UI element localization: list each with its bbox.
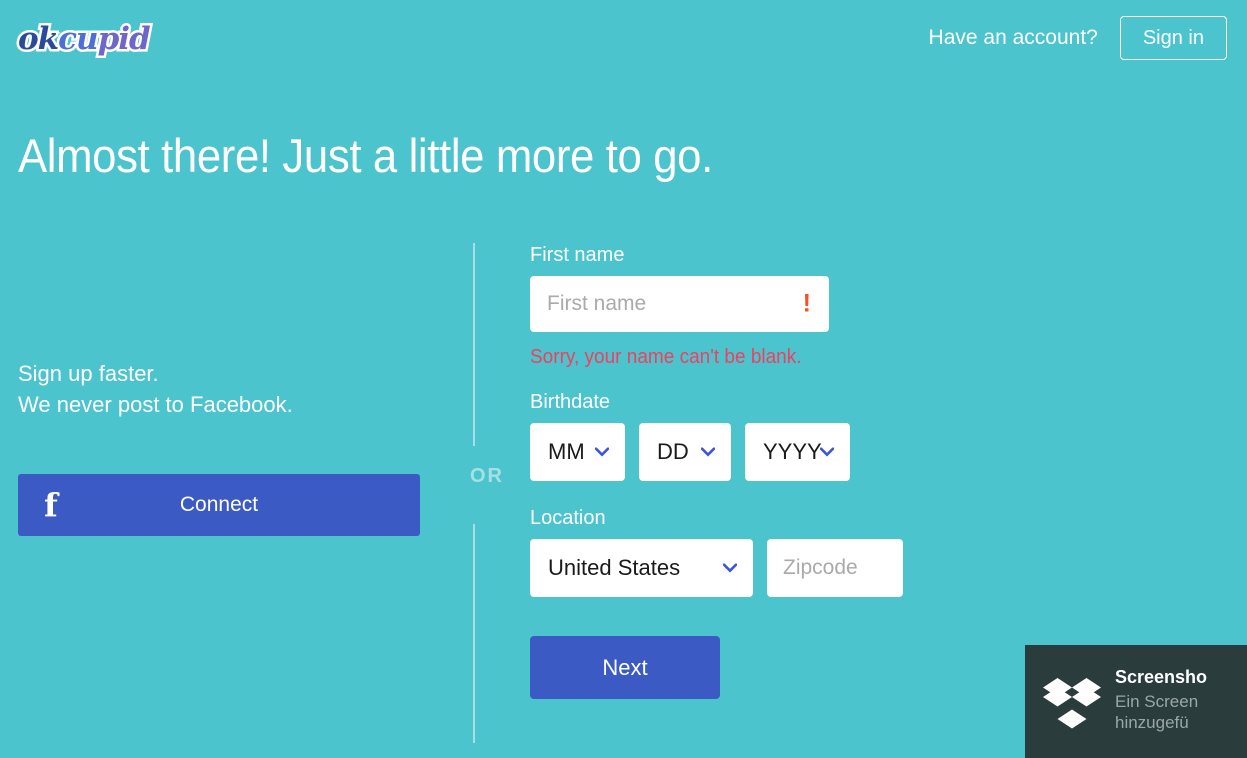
chevron-down-icon xyxy=(820,447,834,457)
okcupid-logo[interactable]: okcupid xyxy=(15,20,153,57)
birthdate-year-value: YYYY xyxy=(763,439,822,464)
location-row: United States xyxy=(530,539,950,597)
location-group: Location United States xyxy=(530,507,950,597)
chevron-down-icon xyxy=(595,447,609,457)
toast-body-line-2: hinzugefü xyxy=(1115,712,1189,732)
page-header: okcupid Have an account? Sign in xyxy=(0,0,1247,76)
location-label: Location xyxy=(530,507,606,529)
or-divider: OR xyxy=(466,243,508,743)
facebook-pitch: Sign up faster. We never post to Faceboo… xyxy=(18,358,420,420)
toast-body-line-1: Ein Screen xyxy=(1115,691,1199,711)
page-title: Almost there! Just a little more to go. xyxy=(18,129,713,182)
have-account-text: Have an account? xyxy=(928,26,1098,49)
first-name-input[interactable] xyxy=(530,276,829,332)
birthdate-day-value: DD xyxy=(657,439,689,464)
birthdate-label: Birthdate xyxy=(530,391,611,413)
header-actions: Have an account? Sign in xyxy=(929,16,1227,60)
logo-part-cu: cu xyxy=(56,20,101,57)
exclamation-icon: ! xyxy=(802,289,811,318)
divider-or-label: OR xyxy=(470,465,504,487)
birthdate-month-select[interactable]: MM xyxy=(530,423,625,481)
toast-title: Screensho xyxy=(1115,666,1208,687)
birthdate-row: MM DD YYYY xyxy=(530,423,950,481)
sign-in-button[interactable]: Sign in xyxy=(1119,16,1227,60)
chevron-down-icon xyxy=(723,563,737,573)
next-button[interactable]: Next xyxy=(530,636,720,699)
facebook-pitch-line-2: We never post to Facebook. xyxy=(18,392,293,417)
facebook-f-icon: f xyxy=(44,486,58,524)
chevron-down-icon xyxy=(701,447,715,457)
logo-part-ok: ok xyxy=(15,20,61,57)
facebook-connect-label: Connect xyxy=(179,493,259,516)
divider-line-bottom xyxy=(473,524,475,743)
birthdate-day-select[interactable]: DD xyxy=(639,423,731,481)
dropbox-notification-toast[interactable]: Screensho Ein Screen hinzugefü xyxy=(1025,645,1247,758)
signup-form: First name ! Sorry, your name can't be b… xyxy=(530,244,950,699)
first-name-input-wrap: ! xyxy=(530,276,829,332)
facebook-connect-button[interactable]: f Connect xyxy=(18,474,420,536)
country-value: United States xyxy=(548,555,681,580)
zipcode-input[interactable] xyxy=(767,539,903,597)
first-name-group: First name ! Sorry, your name can't be b… xyxy=(530,244,950,369)
first-name-error-message: Sorry, your name can't be blank. xyxy=(530,346,802,368)
country-select[interactable]: United States xyxy=(530,539,753,597)
facebook-signup-panel: Sign up faster. We never post to Faceboo… xyxy=(18,358,420,536)
toast-text: Screensho Ein Screen hinzugefü xyxy=(1115,667,1207,733)
first-name-label: First name xyxy=(530,244,625,266)
divider-line-top xyxy=(473,243,475,446)
facebook-pitch-line-1: Sign up faster. xyxy=(18,361,159,386)
birthdate-group: Birthdate MM DD YYYY xyxy=(530,391,950,481)
dropbox-icon xyxy=(1043,677,1101,730)
birthdate-month-value: MM xyxy=(548,439,585,464)
logo-part-pid: pid xyxy=(95,20,153,57)
birthdate-year-select[interactable]: YYYY xyxy=(745,423,850,481)
